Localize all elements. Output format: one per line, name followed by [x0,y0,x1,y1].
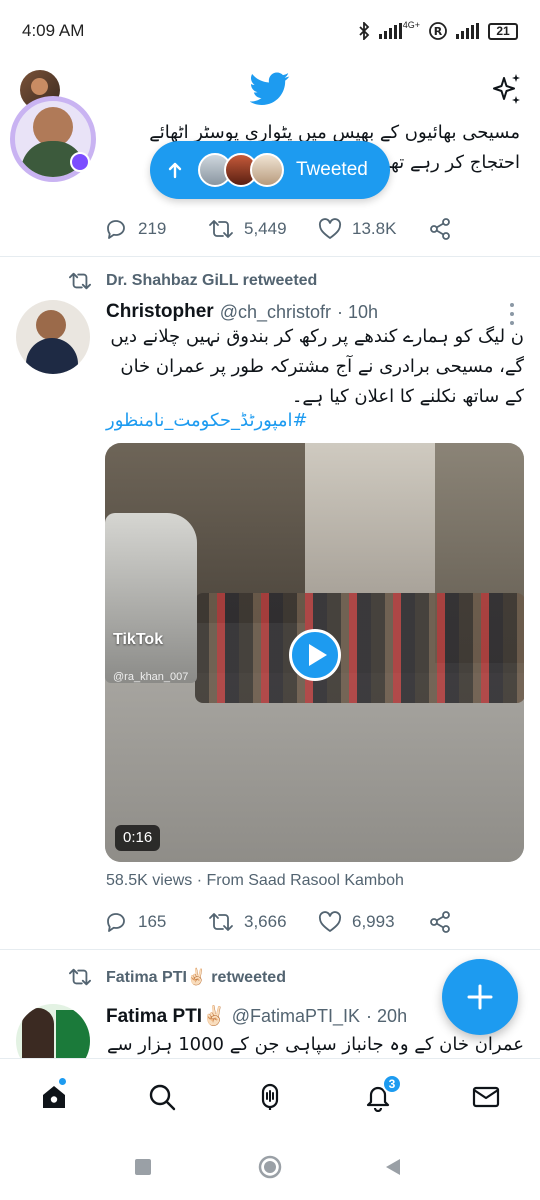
retweeted-by-line: Dr. Shahbaz GiLL retweeted [68,268,317,294]
like-button[interactable]: 13.8K [318,218,428,240]
author-name[interactable]: Fatima PTI✌🏻 [106,1004,226,1028]
video-duration: 0:16 [115,825,161,851]
reply-button[interactable]: 219 [104,217,208,241]
home-system-button[interactable] [258,1155,282,1184]
bluetooth-icon [359,22,370,40]
spaces-badge-icon [70,152,90,172]
share-button[interactable] [428,217,452,241]
divider [0,256,540,257]
retweet-count: 5,449 [244,219,287,238]
reply-icon [107,220,125,239]
battery-icon: 21 [488,22,518,40]
notifications-badge: 3 [382,1074,402,1094]
nav-home[interactable] [34,1077,74,1117]
nav-notifications[interactable]: 3 [358,1074,402,1117]
nav-spaces[interactable] [250,1077,290,1117]
view-count: 58.5K views · From Saad Rasool Kamboh [106,872,404,889]
spaces-microphone-icon [261,1083,279,1110]
twitter-bird-icon[interactable] [250,72,290,106]
video-frame [105,513,197,683]
tweeted-label: Tweeted [296,159,368,180]
tiktok-handle: @ra_khan_007 [113,671,189,683]
like-count: 13.8K [352,219,397,238]
retweet-small-icon [68,968,91,986]
back-button[interactable] [384,1157,402,1182]
tweet-time: · 10h [337,301,379,322]
nav-search[interactable] [142,1077,182,1117]
share-button[interactable] [428,910,452,934]
signal-4g-icon [378,23,402,39]
reply-count: 219 [138,219,167,238]
registered-icon: R [429,22,447,40]
status-icons: 4G+ R 21 [358,20,518,40]
retweet-count: 3,666 [244,912,287,931]
mail-icon [472,1086,500,1108]
heart-icon [318,218,342,239]
nav-messages[interactable] [466,1077,506,1117]
signal-icon [456,23,479,39]
author-handle[interactable]: @FatimaPTI_IK [232,1006,360,1027]
like-count: 6,993 [352,912,395,931]
video-player[interactable]: TikTok @ra_khan_007 0:16 [105,443,524,862]
reply-button[interactable]: 165 [104,910,208,934]
share-icon [430,911,450,933]
new-content-dot [58,1077,67,1086]
author-name[interactable]: Christopher [106,301,214,323]
triangle-back-icon [386,1159,400,1175]
home-icon [43,1086,65,1108]
plus-icon [467,984,493,1010]
tweet-time: · 20h [366,1005,408,1026]
tweet-2-avatar[interactable] [16,300,90,374]
system-nav-bar [0,1134,540,1200]
reply-count: 165 [138,912,167,931]
circle-icon [258,1155,282,1179]
retweeted-by-text[interactable]: Dr. Shahbaz GiLL retweeted [106,272,317,290]
sparkle-icon[interactable] [490,72,524,106]
svg-text:R: R [434,25,443,38]
like-button[interactable]: 6,993 [318,911,428,933]
retweet-icon [209,220,233,238]
reply-icon [107,913,125,932]
recents-button[interactable] [134,1158,152,1181]
retweeted-by-line: Fatima PTI✌🏻 retweeted [68,964,286,990]
tiktok-watermark: TikTok [113,631,164,648]
bottom-nav: 3 [0,1058,540,1134]
divider [0,949,540,950]
heart-icon [318,911,342,932]
retweeted-by-text[interactable]: Fatima PTI✌🏻 retweeted [106,967,286,987]
retweet-button[interactable]: 3,666 [208,910,318,934]
tweet-1-actions: 219 5,449 13.8K [104,214,464,244]
pill-avatar-3 [250,153,284,187]
tweet-2-actions: 165 3,666 6,993 [104,907,464,937]
arrow-up-icon [168,162,182,179]
square-icon [135,1159,151,1175]
video-frame [195,593,524,703]
status-time: 4:09 AM [22,21,85,40]
network-type: 4G+ [402,20,420,30]
compose-tweet-button[interactable] [442,959,518,1035]
retweet-icon [209,913,233,931]
retweet-small-icon [68,272,91,290]
status-bar: 4:09 AM 4G+ R 21 [0,0,540,62]
author-handle[interactable]: @ch_christofr [220,302,331,323]
retweet-button[interactable]: 5,449 [208,217,318,241]
tweeted-pill[interactable]: Tweeted [150,141,390,199]
hashtag-link[interactable]: #امپورٹڈ_حکومت_نامنظور [106,410,524,431]
play-button[interactable] [289,629,341,681]
share-icon [430,218,450,240]
tweet-3-header: Fatima PTI✌🏻 @FatimaPTI_IK · 20h [106,1003,407,1029]
tweet-3-text: عمران خان کے وہ جانباز سپاہی جن کے 1000 … [106,1034,524,1055]
search-icon [149,1084,176,1111]
tweet-2-text: ن لیگ کو ہمارے کندھے پر رکھ کر بندوق نہی… [110,326,524,407]
